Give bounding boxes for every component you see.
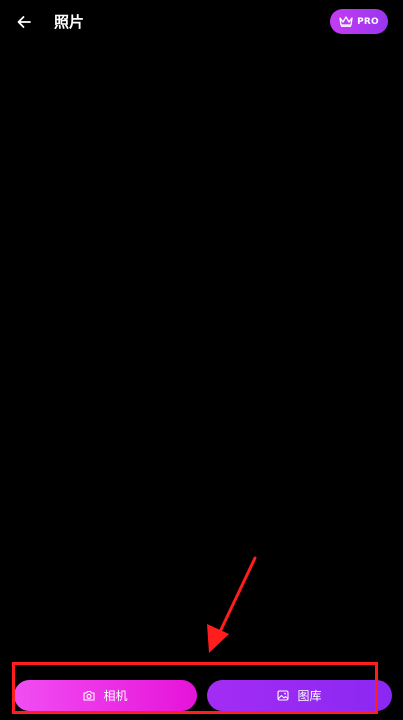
- camera-icon: [83, 690, 96, 701]
- image-icon: [277, 690, 290, 701]
- crown-icon: [339, 16, 353, 27]
- camera-button-label: 相机: [103, 689, 128, 703]
- gallery-button[interactable]: 图库: [207, 680, 392, 711]
- back-button[interactable]: [12, 10, 36, 34]
- photo-viewport: [0, 44, 403, 654]
- page-title: 照片: [54, 13, 85, 31]
- arrow-left-icon: [17, 15, 31, 29]
- top-bar: 照片 PRO: [0, 0, 403, 44]
- pro-label: PRO: [357, 16, 379, 27]
- pro-upgrade-button[interactable]: PRO: [330, 9, 388, 34]
- camera-button[interactable]: 相机: [14, 680, 197, 711]
- gallery-button-label: 图库: [297, 689, 322, 703]
